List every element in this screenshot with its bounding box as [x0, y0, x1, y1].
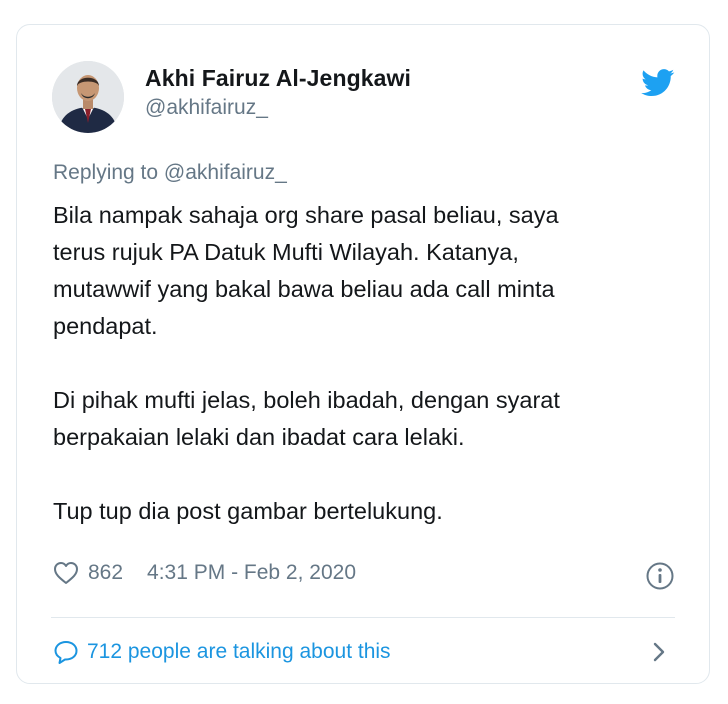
divider [51, 617, 675, 618]
speech-bubble-icon [54, 641, 78, 664]
conversation-link[interactable]: 712 people are talking about this [53, 635, 391, 669]
replying-to[interactable]: Replying to @akhifairuz_ [53, 161, 287, 185]
tweet-meta: 862 4:31 PM - Feb 2, 2020 [53, 558, 356, 588]
tweet-text: Bila nampak sahaja org share pasal belia… [53, 197, 683, 530]
avatar-image [52, 61, 124, 133]
tweet-card: Akhi Fairuz Al-Jengkawi @akhifairuz_ Rep… [16, 24, 710, 684]
tweet-paragraph: Bila nampak sahaja org share pasal belia… [53, 202, 559, 339]
tweet-paragraph: Tup tup dia post gambar bertelukung. [53, 498, 443, 524]
heart-icon[interactable] [53, 561, 79, 585]
author-handle[interactable]: @akhifairuz_ [145, 96, 268, 120]
avatar[interactable] [52, 61, 124, 133]
tweet-paragraph: Di pihak mufti jelas, boleh ibadah, deng… [53, 387, 560, 450]
info-icon[interactable] [645, 561, 675, 591]
timestamp[interactable]: 4:31 PM - Feb 2, 2020 [147, 561, 356, 585]
chevron-right-icon[interactable] [649, 641, 669, 663]
twitter-bird-icon[interactable] [641, 69, 675, 97]
conversation-label[interactable]: 712 people are talking about this [87, 640, 391, 664]
author-name[interactable]: Akhi Fairuz Al-Jengkawi [145, 65, 411, 92]
like-count[interactable]: 862 [88, 561, 123, 585]
